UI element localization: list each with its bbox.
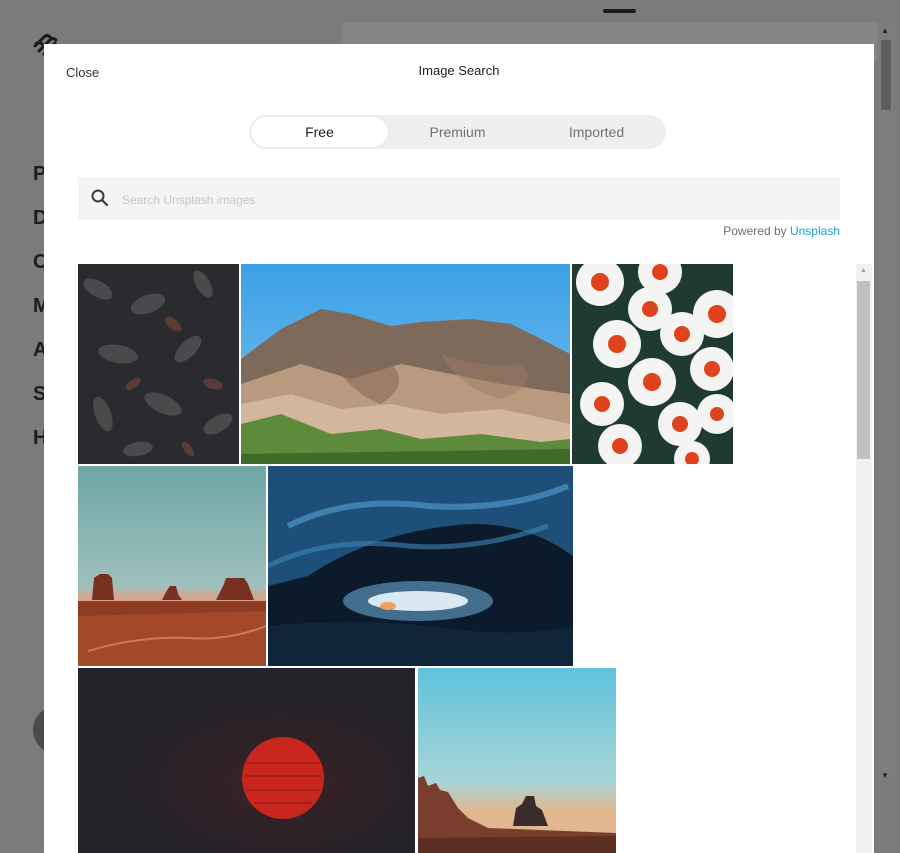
results-scrollbar[interactable]: ▲ — [856, 264, 872, 853]
image-result-ice-cave[interactable] — [268, 466, 573, 666]
scroll-up-arrow-icon[interactable]: ▲ — [860, 267, 867, 274]
red-sun-photo — [78, 668, 415, 853]
desert-photo — [78, 466, 266, 666]
tab-premium[interactable]: Premium — [388, 115, 527, 149]
image-result-red-sun[interactable] — [78, 668, 415, 853]
search-bar — [78, 177, 840, 220]
butte-photo — [418, 668, 616, 853]
powered-by: Powered by Unsplash — [723, 224, 840, 238]
powered-by-text: Powered by — [723, 224, 787, 238]
results-scrollbar-thumb[interactable] — [857, 281, 870, 459]
mountains-photo — [241, 264, 570, 464]
image-result-mountains[interactable] — [241, 264, 570, 464]
unsplash-link[interactable]: Unsplash — [790, 224, 840, 238]
ice-cave-photo — [268, 466, 573, 666]
tab-free[interactable]: Free — [251, 117, 388, 147]
image-result-butte[interactable] — [418, 668, 616, 853]
daisies-photo — [572, 264, 733, 464]
page-scrollbar[interactable]: ▲ ▼ — [878, 22, 894, 782]
image-results-grid — [78, 264, 854, 853]
page-scrollbar-thumb[interactable] — [881, 40, 891, 110]
tab-imported[interactable]: Imported — [527, 115, 666, 149]
image-result-desert[interactable] — [78, 466, 266, 666]
source-tabs: Free Premium Imported — [249, 115, 666, 149]
leaves-photo — [78, 264, 239, 464]
search-input[interactable] — [120, 185, 824, 214]
scroll-down-arrow-icon[interactable]: ▼ — [881, 771, 889, 780]
scroll-up-arrow-icon[interactable]: ▲ — [881, 26, 889, 35]
image-result-daisies[interactable] — [572, 264, 733, 464]
image-result-leaves[interactable] — [78, 264, 239, 464]
image-search-modal: Close Image Search Free Premium Imported… — [44, 44, 874, 853]
search-icon — [91, 189, 109, 207]
drag-handle — [603, 9, 636, 13]
modal-title: Image Search — [418, 63, 500, 78]
